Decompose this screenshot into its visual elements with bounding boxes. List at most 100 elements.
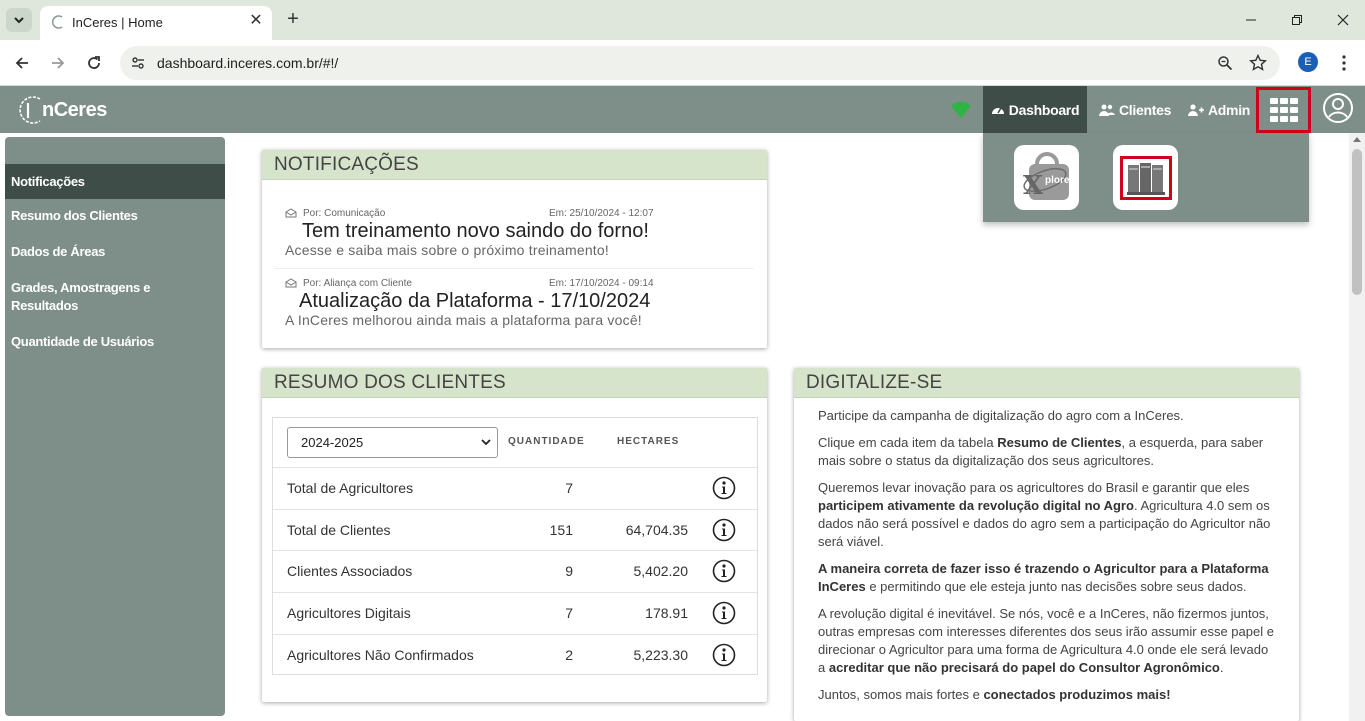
season-select-value: 2024-2025	[301, 435, 364, 450]
restore-button[interactable]	[1282, 8, 1312, 32]
browser-tab-bar: InCeres | Home ✕ +	[0, 0, 1365, 40]
scroll-thumb[interactable]	[1352, 149, 1362, 295]
nav-admin[interactable]: Admin	[1188, 86, 1250, 133]
notification-desc: Acesse e saiba mais sobre o próximo trei…	[285, 242, 609, 258]
season-select[interactable]: 2024-2025	[287, 427, 498, 458]
scroll-up-icon[interactable]	[1353, 137, 1361, 142]
column-header-quantidade: QUANTIDADE	[508, 436, 585, 447]
browser-menu-icon[interactable]	[1334, 51, 1354, 75]
address-bar[interactable]: dashboard.inceres.com.br/#!/	[120, 46, 1280, 80]
row-hectares: 64,704.35	[625, 522, 688, 538]
arrow-left-icon	[15, 57, 28, 69]
nav-clientes[interactable]: Clientes	[1099, 86, 1171, 133]
panel-title: DIGITALIZE-SE	[806, 372, 943, 393]
xplorer-logo-text: plorer	[1045, 175, 1073, 186]
row-label: Total de Agricultores	[287, 480, 414, 496]
notification-author: Por: Aliança com Cliente	[303, 278, 412, 289]
notification-date: Em: 25/10/2024 - 12:07	[549, 208, 654, 219]
app-header: nCeres Dashboard Clientes Admin	[0, 86, 1365, 133]
notification-desc: A InCeres melhorou ainda mais a platafor…	[285, 312, 642, 328]
info-icon[interactable]	[712, 518, 736, 542]
reload-icon	[88, 56, 100, 69]
reload-button[interactable]	[82, 51, 106, 75]
row-hectares: 5,223.30	[633, 647, 689, 663]
zoom-icon[interactable]	[1215, 53, 1235, 73]
grid-icon	[1269, 98, 1298, 122]
tab-title: InCeres | Home	[72, 15, 163, 30]
divider	[274, 268, 754, 269]
envelope-open-icon	[285, 208, 297, 218]
sidebar-item-label: Notificações	[11, 173, 85, 189]
row-label: Total de Clientes	[287, 522, 391, 538]
row-hectares: 178.91	[645, 605, 688, 621]
tab-search-button[interactable]	[6, 8, 32, 32]
close-tab-icon[interactable]: ✕	[246, 11, 266, 31]
page-scrollbar[interactable]	[1349, 133, 1365, 721]
browser-toolbar: dashboard.inceres.com.br/#!/ E	[0, 40, 1365, 86]
user-plus-icon	[1188, 103, 1204, 116]
panel-title: NOTIFICAÇÕES	[274, 154, 419, 175]
paragraph: Participe da campanha de digitalização d…	[818, 408, 1184, 423]
profile-avatar[interactable]: E	[1298, 52, 1318, 72]
browser-tab[interactable]: InCeres | Home ✕	[40, 6, 272, 40]
digitalize-text: Participe da campanha de digitalização d…	[818, 407, 1278, 713]
sidebar-item-notificacoes[interactable]: Notificações	[5, 164, 225, 199]
bookmark-star-icon[interactable]	[1248, 53, 1268, 73]
nav-dashboard-label: Dashboard	[1008, 101, 1080, 118]
summary-table: 2024-2025 QUANTIDADE HECTARES Total de A…	[272, 417, 758, 675]
notification-date: Em: 17/10/2024 - 09:14	[549, 278, 654, 289]
paragraph: Juntos, somos mais fortes e conectados p…	[818, 687, 1171, 702]
new-tab-button[interactable]: +	[282, 8, 304, 30]
table-row[interactable]: Total de Clientes 151 64,704.35	[273, 509, 757, 551]
dashboard-gauge-icon	[991, 104, 1005, 116]
sidebar-item-dados-areas[interactable]: Dados de Áreas	[5, 243, 225, 261]
nav-clientes-label: Clientes	[1119, 101, 1172, 118]
close-icon	[1337, 14, 1349, 26]
sidebar-item-quantidade-usuarios[interactable]: Quantidade de Usuários	[5, 333, 225, 351]
sidebar-item-label: Resumo dos Clientes	[11, 208, 138, 223]
row-quantity: 151	[549, 522, 573, 538]
sidebar: Notificações Resumo dos Clientes Dados d…	[5, 137, 225, 716]
xplorer-app-tile[interactable]: X plorer	[1014, 145, 1079, 210]
info-icon[interactable]	[712, 601, 736, 625]
apps-grid-button[interactable]	[1256, 87, 1311, 133]
arrow-right-icon	[52, 57, 65, 69]
table-row[interactable]: Clientes Associados 9 5,402.20	[273, 550, 757, 592]
panel-header: NOTIFICAÇÕES	[262, 150, 767, 180]
logo-text: nCeres	[42, 99, 107, 121]
column-header-hectares: HECTARES	[617, 436, 680, 447]
sidebar-item-label: Grades, Amostragens e Resultados	[11, 280, 151, 313]
paragraph: Queremos levar inovação para os agricult…	[818, 480, 1271, 549]
notification-title: Atualização da Plataforma - 17/10/2024	[299, 290, 651, 312]
minimize-button[interactable]	[1236, 8, 1266, 32]
sidebar-item-resumo-clientes[interactable]: Resumo dos Clientes	[5, 207, 225, 225]
user-account-icon[interactable]	[1322, 92, 1354, 124]
sidebar-item-label: Dados de Áreas	[11, 244, 106, 259]
sidebar-item-label: Quantidade de Usuários	[11, 334, 154, 349]
books-icon	[1126, 162, 1165, 195]
info-icon[interactable]	[712, 559, 736, 583]
close-window-button[interactable]	[1328, 8, 1358, 32]
nav-dashboard[interactable]: Dashboard	[983, 86, 1087, 133]
wifi-status-icon	[951, 101, 971, 118]
forward-button[interactable]	[46, 51, 70, 75]
envelope-open-icon	[285, 278, 297, 288]
back-button[interactable]	[10, 51, 34, 75]
paragraph: Clique em cada item da tabela Resumo de …	[818, 435, 1264, 468]
info-icon[interactable]	[712, 643, 736, 667]
digitalize-panel: DIGITALIZE-SE Participe da campanha de d…	[794, 368, 1299, 721]
site-info-icon[interactable]	[128, 53, 148, 73]
table-row[interactable]: Agricultores Não Confirmados 2 5,223.30	[273, 634, 757, 676]
paragraph: A revolução digital é inevitável. Se nós…	[818, 606, 1274, 675]
paragraph: A maneira correta de fazer isso é trazen…	[818, 561, 1269, 594]
table-row[interactable]: Agricultores Digitais 7 178.91	[273, 592, 757, 634]
inceres-logo[interactable]: nCeres	[16, 92, 107, 126]
sidebar-item-grades[interactable]: Grades, Amostragens e Resultados	[5, 279, 165, 315]
apps-dropdown: X plorer	[983, 133, 1309, 222]
panel-header: DIGITALIZE-SE	[794, 368, 1299, 398]
books-app-tile[interactable]	[1113, 145, 1178, 210]
table-row[interactable]: Total de Agricultores 7	[273, 467, 757, 509]
row-quantity: 7	[565, 480, 573, 496]
info-icon[interactable]	[712, 476, 736, 500]
notification-title: Tem treinamento novo saindo do forno!	[302, 220, 649, 242]
